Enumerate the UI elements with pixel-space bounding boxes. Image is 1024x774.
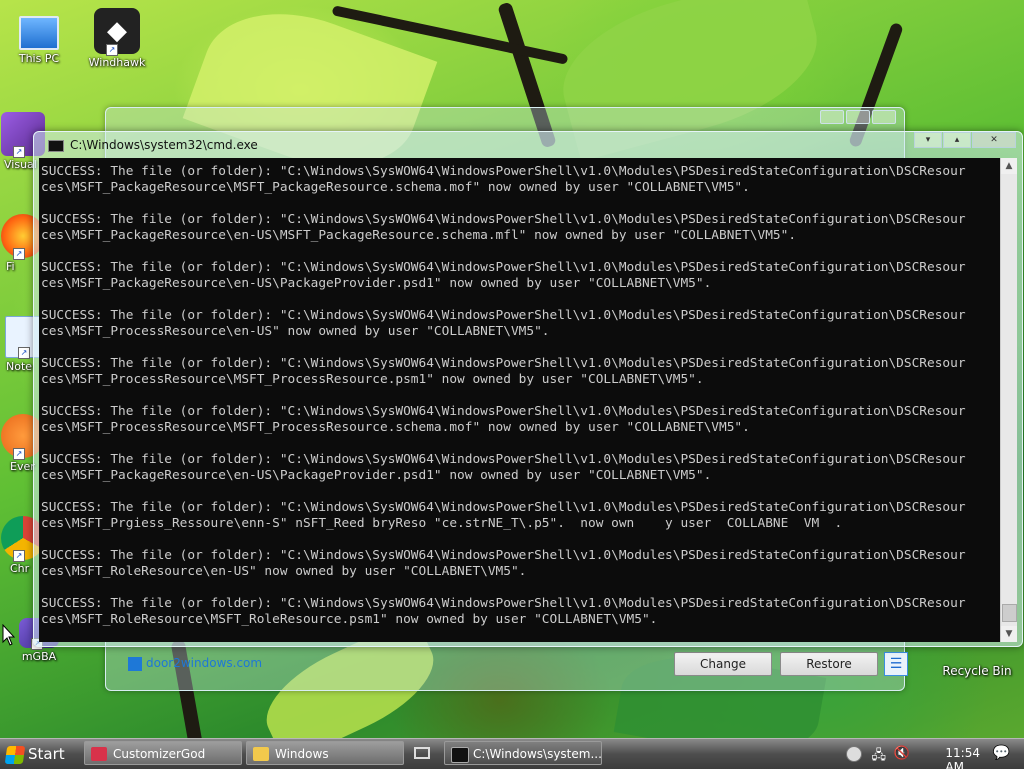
console-line: ces\MSFT_ProcessResource\MSFT_ProcessRes… [41, 372, 704, 387]
door2windows-link-label: door2windows.com [146, 656, 263, 670]
console-line: ces\MSFT_PackageResource\en-US\PackagePr… [41, 468, 712, 483]
taskbar-item-customizergod[interactable]: CustomizerGod [84, 741, 242, 765]
console-line: SUCCESS: The file (or folder): "C:\Windo… [41, 308, 966, 323]
taskbar-item-cmd[interactable]: C:\Windows\system... [444, 741, 602, 765]
computer-icon [19, 16, 59, 50]
close-button[interactable]: ✕ [972, 132, 1016, 148]
start-label: Start [28, 745, 65, 763]
console-line: ces\MSFT_Prgiess̲Ressoure\enn-S" nSFT_Re… [41, 516, 843, 531]
taskbar-item-label: Windows [275, 747, 329, 761]
windows-logo-icon [128, 656, 142, 671]
folder-icon [253, 747, 269, 761]
vertical-scrollbar[interactable]: ▲ ▼ [1000, 158, 1017, 642]
desktop-icon-label: This PC [18, 52, 60, 65]
network-status-icon[interactable] [846, 746, 862, 762]
scrollbar-thumb[interactable] [1002, 604, 1017, 622]
shortcut-arrow-icon: ↗ [13, 146, 25, 158]
dialog-minimize-button[interactable] [820, 110, 844, 124]
console-line: ces\MSFT_RoleResource\en-US" now owned b… [41, 564, 527, 579]
windows-logo-icon [4, 745, 26, 764]
shortcut-arrow-icon: ↗ [18, 347, 30, 359]
console-line: SUCCESS: The file (or folder): "C:\Windo… [41, 548, 966, 563]
cmd-window-controls: ▾ ▴ ✕ [914, 132, 1016, 148]
taskbar-item-windows[interactable]: Windows [246, 741, 404, 765]
console-line: SUCCESS: The file (or folder): "C:\Windo… [41, 452, 966, 467]
console-line: SUCCESS: The file (or folder): "C:\Windo… [41, 260, 966, 275]
cmd-icon [451, 747, 469, 763]
door2windows-link[interactable]: door2windows.com [128, 656, 262, 671]
start-button[interactable]: Start [2, 741, 80, 767]
windhawk-icon: ◆ ↗ [94, 8, 140, 56]
clock[interactable]: 11:54 AM [945, 746, 980, 774]
console-text: SUCCESS: The file (or folder): "C:\Windo… [39, 158, 1000, 628]
console-line: SUCCESS: The file (or folder): "C:\Windo… [41, 596, 966, 611]
taskbar-item-label: C:\Windows\system... [473, 747, 602, 761]
cmd-icon [48, 139, 64, 152]
menu-icon[interactable]: ☰ [884, 652, 908, 676]
cmd-window[interactable]: C:\Windows\system32\cmd.exe ▾ ▴ ✕ SUCCES… [33, 131, 1023, 647]
shortcut-arrow-icon: ↗ [106, 44, 118, 56]
dialog-window-controls [820, 110, 896, 124]
console-line: SUCCESS: The file (or folder): "C:\Windo… [41, 500, 966, 515]
volume-muted-icon[interactable]: 🔇 [894, 746, 910, 761]
shortcut-arrow-icon: ↗ [13, 448, 25, 460]
console-line: ces\MSFT_RoleResource\MSFT_RoleResource.… [41, 612, 658, 627]
taskbar: Start CustomizerGod Windows C:\Windows\s… [0, 738, 1024, 774]
recycle-bin-label: Recycle Bin [942, 664, 1012, 678]
console-line: SUCCESS: The file (or folder): "C:\Windo… [41, 356, 966, 371]
console-line: ces\MSFT_PackageResource\en-US\MSFT_Pack… [41, 228, 797, 243]
ethernet-icon[interactable]: 🖧 [872, 746, 887, 768]
console-line: ces\MSFT_PackageResource\MSFT_PackageRes… [41, 180, 750, 195]
action-center-icon[interactable]: 💬 [993, 745, 1010, 761]
change-button[interactable]: Change [674, 652, 772, 676]
minimize-button[interactable]: ▾ [914, 132, 942, 148]
mouse-cursor-icon [2, 624, 16, 646]
cmd-title: C:\Windows\system32\cmd.exe [70, 138, 258, 152]
console-line: SUCCESS: The file (or folder): "C:\Windo… [41, 404, 966, 419]
scroll-up-arrow-icon[interactable]: ▲ [1001, 158, 1017, 174]
desktop-icon-recycle-bin[interactable]: Recycle Bin [942, 638, 1012, 678]
desktop-icon-label: mGBA [21, 650, 57, 663]
desktop: This PC ◆ ↗ Windhawk ↗ Visual ↗ Fi ↗ Note… [0, 0, 1024, 738]
dialog-close-button[interactable] [872, 110, 896, 124]
console-line: ces\MSFT_PackageResource\en-US\PackagePr… [41, 276, 712, 291]
shortcut-arrow-icon: ↗ [13, 550, 25, 562]
console-line: ces\MSFT_ProcessResource\en-US" now owne… [41, 324, 550, 339]
desktop-icon-label: Windhawk [88, 56, 146, 69]
restore-button[interactable]: Restore [780, 652, 878, 676]
console-line: SUCCESS: The file (or folder): "C:\Windo… [41, 212, 966, 227]
task-view-icon[interactable] [414, 747, 430, 759]
console-line: ces\MSFT_ProcessResource\MSFT_ProcessRes… [41, 420, 750, 435]
maximize-button[interactable]: ▴ [943, 132, 971, 148]
console-line: SUCCESS: The file (or folder): "C:\Windo… [41, 164, 966, 179]
customizergod-icon [91, 747, 107, 761]
console-output[interactable]: SUCCESS: The file (or folder): "C:\Windo… [39, 158, 1000, 642]
desktop-icon-this-pc[interactable]: This PC [2, 8, 76, 65]
dialog-maximize-button[interactable] [846, 110, 870, 124]
desktop-icon-windhawk[interactable]: ◆ ↗ Windhawk [80, 8, 154, 69]
shortcut-arrow-icon: ↗ [13, 248, 25, 260]
taskbar-item-label: CustomizerGod [113, 747, 206, 761]
cmd-title-bar[interactable]: C:\Windows\system32\cmd.exe [48, 138, 258, 152]
